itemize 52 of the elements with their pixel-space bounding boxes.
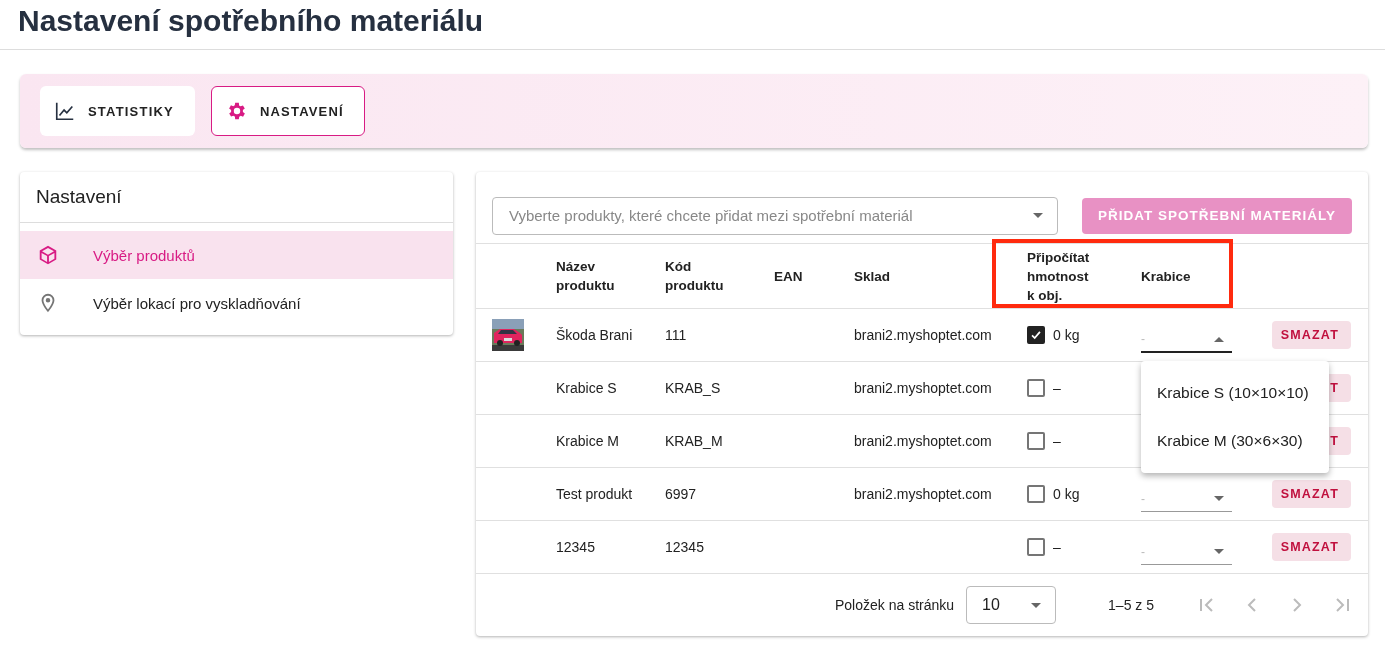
column-header: Krabice	[1141, 267, 1191, 286]
table-cell-text: 111	[665, 325, 688, 345]
tab[interactable]: STATISTIKY	[40, 86, 195, 136]
caret-icon	[1033, 213, 1043, 218]
weight-text: –	[1053, 433, 1061, 449]
delete-button[interactable]: SMAZAT	[1272, 321, 1351, 349]
tab[interactable]: NASTAVENÍ	[210, 86, 365, 136]
weight-text: 0 kg	[1053, 486, 1080, 502]
column-header: Název produktu	[556, 258, 616, 295]
table-cell-text: KRAB_M	[665, 431, 724, 451]
table-cell-text: Krabice M	[556, 431, 620, 451]
weight-text: –	[1053, 380, 1061, 396]
table-cell-text: 12345	[665, 537, 705, 557]
box-icon	[37, 244, 59, 266]
table-cell-text: Krabice S	[556, 378, 618, 398]
checkbox[interactable]	[1027, 326, 1045, 344]
rows-per-page-select[interactable]: 10	[966, 586, 1057, 624]
column-header: EAN	[774, 267, 803, 286]
menu-item[interactable]: Krabice M (30×6×30)	[1141, 417, 1329, 465]
table-cell: brani2.myshoptet.com	[854, 326, 992, 343]
table-cell: brani2.myshoptet.com	[854, 485, 992, 502]
menu-item[interactable]: Krabice S (10×10×10)	[1141, 369, 1329, 417]
page-title: Nastavení spotřebního materiálu	[0, 0, 1385, 50]
table-cell-text: 12345	[556, 537, 596, 557]
checkbox[interactable]	[1027, 538, 1045, 556]
checkbox[interactable]	[1027, 432, 1045, 450]
column-header: Sklad	[854, 267, 890, 286]
table-cell-text: Škoda Brani	[556, 325, 634, 345]
page-range: 1–5 z 5	[1108, 597, 1154, 613]
caret-icon	[1031, 602, 1042, 608]
caret-icon	[1214, 549, 1224, 554]
table-cell: brani2.myshoptet.com	[854, 379, 992, 396]
column-header: Kód produktu	[665, 258, 725, 295]
column-header: Připočítat hmotnost k obj.	[1027, 248, 1091, 305]
table-cell: brani2.myshoptet.com	[854, 432, 992, 449]
table-cell-text: Test produkt	[556, 484, 634, 504]
sidebar-item[interactable]: Výběr lokací pro vyskladňování	[20, 279, 453, 327]
sidebar-item[interactable]: Výběr produktů	[20, 231, 453, 279]
table-cell-text: KRAB_S	[665, 378, 722, 398]
delete-button[interactable]: SMAZAT	[1272, 533, 1351, 561]
checkbox[interactable]	[1027, 485, 1045, 503]
chart-icon	[54, 100, 76, 122]
rows-per-page-label: Položek na stránku	[835, 597, 955, 613]
sidebar-title: Nastavení	[20, 172, 453, 223]
weight-text: 0 kg	[1053, 327, 1080, 343]
product-select[interactable]: Vyberte produkty, které chcete přidat mezi spotřební materiál	[492, 196, 1058, 235]
weight-text: –	[1053, 539, 1061, 555]
checkbox[interactable]	[1027, 379, 1045, 397]
caret-icon	[1214, 496, 1224, 501]
delete-button[interactable]: SMAZAT	[1272, 480, 1351, 508]
table-cell-text: 6997	[665, 484, 698, 504]
caret-icon	[1214, 336, 1224, 342]
